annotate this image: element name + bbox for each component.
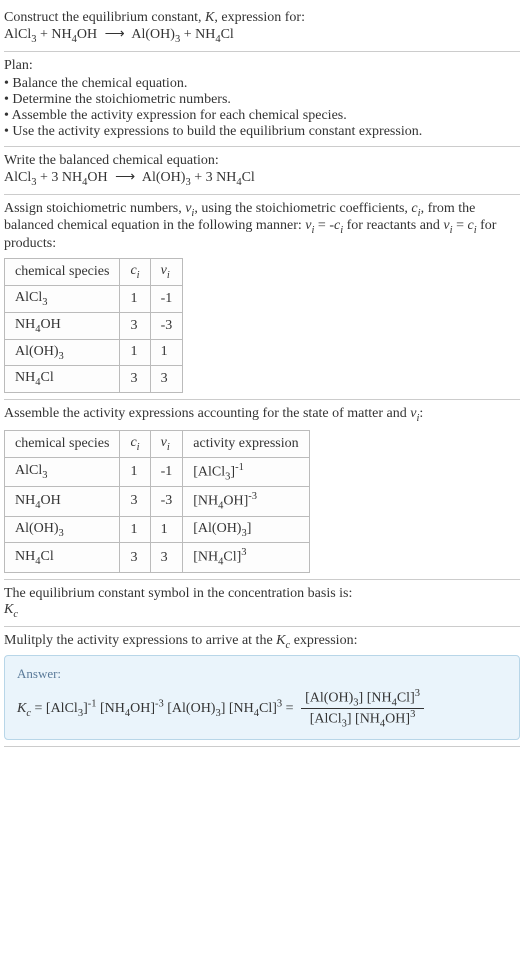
cell-species: NH4OH (5, 312, 120, 339)
plan-list: Balance the chemical equation. Determine… (4, 76, 520, 140)
plan-title: Plan: (4, 58, 520, 74)
col-vi: νi (150, 259, 183, 286)
cell-v: 1 (150, 339, 183, 366)
balanced-intro: Write the balanced chemical equation: (4, 153, 520, 169)
problem-header: Construct the equilibrium constant, K, e… (4, 4, 520, 52)
stoich-table: chemical species ci νi AlCl31-1 NH4OH3-3… (4, 258, 183, 393)
cell-species: Al(OH)3 (5, 339, 120, 366)
multiply-intro: Mulitply the activity expressions to arr… (4, 633, 520, 651)
kc-expression: Kc = [AlCl3]-1 [NH4OH]-3 [Al(OH)3] [NH4C… (17, 688, 507, 730)
cell-species: Al(OH)3 (5, 516, 120, 543)
cell-c: 3 (120, 366, 150, 393)
activity-intro: Assemble the activity expressions accoun… (4, 406, 520, 424)
header-line1: Construct the equilibrium constant, K, e… (4, 10, 520, 26)
answer-box: Answer: Kc = [AlCl3]-1 [NH4OH]-3 [Al(OH)… (4, 655, 520, 741)
plan-item: Assemble the activity expression for eac… (4, 108, 520, 124)
cell-v: -3 (150, 312, 183, 339)
plan-item: Use the activity expressions to build th… (4, 124, 520, 140)
stoich-section: Assign stoichiometric numbers, νi, using… (4, 195, 520, 401)
stoich-intro: Assign stoichiometric numbers, νi, using… (4, 201, 520, 253)
balanced-equation: AlCl3 + 3 NH4OH ⟶ Al(OH)3 + 3 NH4Cl (4, 169, 520, 188)
table-row: NH4Cl33 (5, 366, 183, 393)
table-row: Al(OH)311[Al(OH)3] (5, 516, 310, 543)
cell-expr: [Al(OH)3] (183, 516, 309, 543)
activity-table: chemical species ci νi activity expressi… (4, 430, 310, 573)
cell-expr: [NH4OH]-3 (183, 487, 309, 516)
cell-c: 3 (120, 487, 150, 516)
cell-species: NH4OH (5, 487, 120, 516)
cell-c: 3 (120, 312, 150, 339)
cell-species: AlCl3 (5, 457, 120, 486)
cell-v: -3 (150, 487, 183, 516)
col-species: chemical species (5, 259, 120, 286)
balanced-section: Write the balanced chemical equation: Al… (4, 147, 520, 195)
cell-species: NH4Cl (5, 366, 120, 393)
table-row: NH4Cl33[NH4Cl]3 (5, 543, 310, 572)
unbalanced-equation: AlCl3 + NH4OH ⟶ Al(OH)3 + NH4Cl (4, 26, 520, 45)
kc-fraction: [Al(OH)3] [NH4Cl]3 [AlCl3] [NH4OH]3 (301, 688, 424, 730)
table-row: AlCl31-1[AlCl3]-1 (5, 457, 310, 486)
activity-section: Assemble the activity expressions accoun… (4, 400, 520, 580)
cell-v: 3 (150, 366, 183, 393)
answer-label: Answer: (17, 666, 507, 682)
cell-species: NH4Cl (5, 543, 120, 572)
kc-numerator: [Al(OH)3] [NH4Cl]3 (301, 688, 424, 709)
cell-c: 3 (120, 543, 150, 572)
cell-species: AlCl3 (5, 285, 120, 312)
cell-c: 1 (120, 516, 150, 543)
table-header-row: chemical species ci νi (5, 259, 183, 286)
cell-c: 1 (120, 457, 150, 486)
table-row: NH4OH3-3[NH4OH]-3 (5, 487, 310, 516)
cell-v: -1 (150, 285, 183, 312)
cell-v: 3 (150, 543, 183, 572)
cell-expr: [NH4Cl]3 (183, 543, 309, 572)
col-ci: ci (120, 430, 150, 457)
table-row: AlCl31-1 (5, 285, 183, 312)
cell-v: -1 (150, 457, 183, 486)
table-header-row: chemical species ci νi activity expressi… (5, 430, 310, 457)
col-expr: activity expression (183, 430, 309, 457)
table-row: Al(OH)311 (5, 339, 183, 366)
eqsymbol-intro: The equilibrium constant symbol in the c… (4, 586, 520, 602)
table-row: NH4OH3-3 (5, 312, 183, 339)
cell-c: 1 (120, 285, 150, 312)
plan-item: Determine the stoichiometric numbers. (4, 92, 520, 108)
col-species: chemical species (5, 430, 120, 457)
multiply-section: Mulitply the activity expressions to arr… (4, 627, 520, 748)
eqsymbol-section: The equilibrium constant symbol in the c… (4, 580, 520, 627)
plan-item: Balance the chemical equation. (4, 76, 520, 92)
kc-denominator: [AlCl3] [NH4OH]3 (301, 709, 424, 729)
col-vi: νi (150, 430, 183, 457)
cell-expr: [AlCl3]-1 (183, 457, 309, 486)
plan-section: Plan: Balance the chemical equation. Det… (4, 52, 520, 147)
eqsymbol: Kc (4, 602, 520, 620)
cell-v: 1 (150, 516, 183, 543)
cell-c: 1 (120, 339, 150, 366)
col-ci: ci (120, 259, 150, 286)
